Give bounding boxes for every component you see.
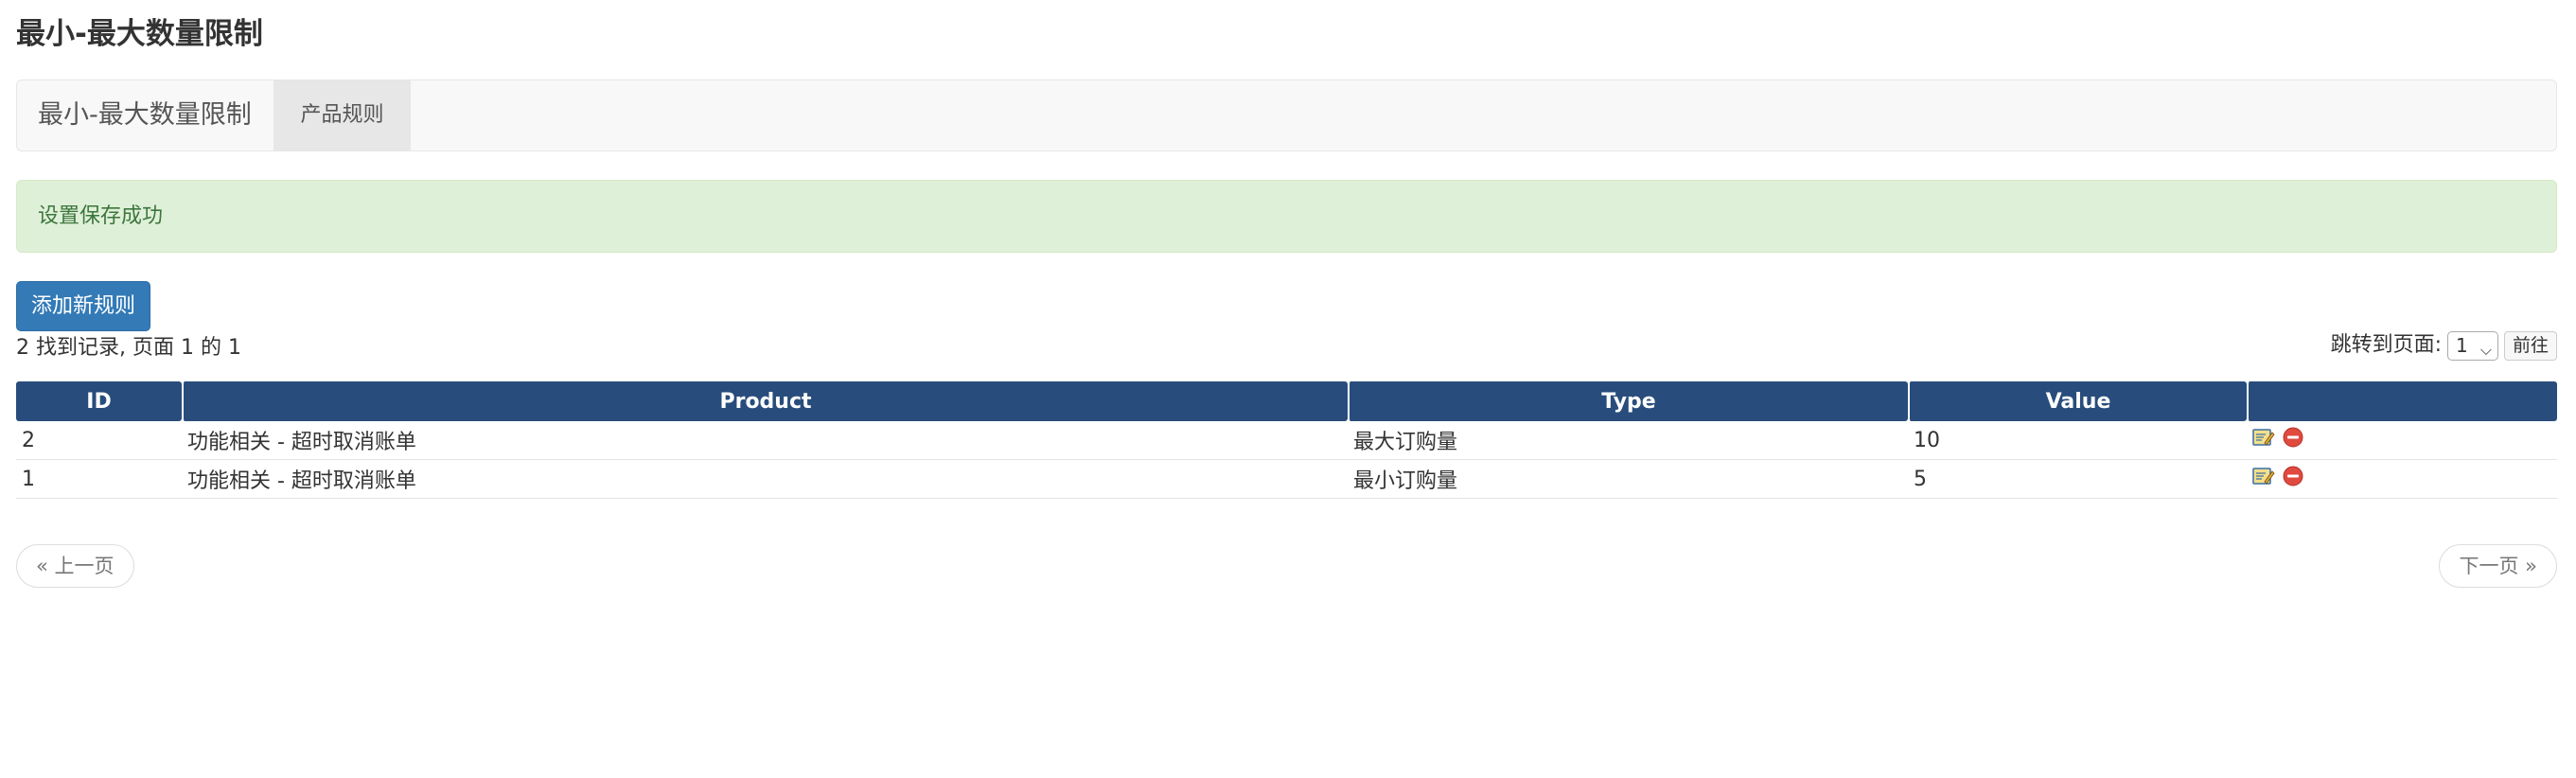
prev-page-button[interactable]: « 上一页 <box>16 544 134 588</box>
jump-label: 跳转到页面: <box>2330 333 2442 357</box>
edit-icon[interactable] <box>2252 427 2275 453</box>
cell-product: 功能相关 - 超时取消账单 <box>182 421 1348 460</box>
edit-icon[interactable] <box>2252 466 2275 492</box>
header-value[interactable]: Value <box>1908 381 2247 421</box>
records-summary: 2 找到记录, 页面 1 的 1 <box>16 336 241 360</box>
tab-product-rules[interactable]: 产品规则 <box>273 80 411 150</box>
cell-actions <box>2247 460 2557 499</box>
cell-value: 10 <box>1908 421 2247 460</box>
page: 最小-最大数量限制 最小-最大数量限制 产品规则 设置保存成功 添加新规则 2 … <box>0 0 2576 778</box>
chevron-down-icon: ⌵ <box>2479 340 2492 359</box>
page-select[interactable]: 1 ⌵ <box>2446 330 2498 361</box>
navbar: 最小-最大数量限制 产品规则 <box>16 80 2557 151</box>
cell-type: 最大订购量 <box>1348 421 1908 460</box>
page-title: 最小-最大数量限制 <box>16 17 263 51</box>
table-header-row: ID Product Type Value <box>16 381 2557 421</box>
add-rule-button[interactable]: 添加新规则 <box>16 281 150 331</box>
delete-icon[interactable] <box>2283 427 2303 453</box>
header-id[interactable]: ID <box>16 381 182 421</box>
cell-id: 1 <box>16 460 182 499</box>
cell-id: 2 <box>16 421 182 460</box>
go-button[interactable]: 前往 <box>2503 330 2557 361</box>
page-jump: 跳转到页面: 1 ⌵ 前往 <box>2331 329 2557 362</box>
rules-table: ID Product Type Value 2 功能相关 - 超时取消账单 最大… <box>16 381 2557 499</box>
header-product[interactable]: Product <box>182 381 1348 421</box>
cell-actions <box>2247 421 2557 460</box>
table-row: 2 功能相关 - 超时取消账单 最大订购量 10 <box>16 421 2557 460</box>
cell-type: 最小订购量 <box>1348 460 1908 499</box>
delete-icon[interactable] <box>2283 466 2303 492</box>
navbar-brand[interactable]: 最小-最大数量限制 <box>38 80 252 150</box>
cell-product: 功能相关 - 超时取消账单 <box>182 460 1348 499</box>
table-row: 1 功能相关 - 超时取消账单 最小订购量 5 <box>16 460 2557 499</box>
page-select-value: 1 <box>2455 333 2468 357</box>
header-actions <box>2247 381 2557 421</box>
success-alert: 设置保存成功 <box>16 180 2557 253</box>
next-page-button[interactable]: 下一页 » <box>2439 544 2557 588</box>
cell-value: 5 <box>1908 460 2247 499</box>
header-type[interactable]: Type <box>1348 381 1908 421</box>
